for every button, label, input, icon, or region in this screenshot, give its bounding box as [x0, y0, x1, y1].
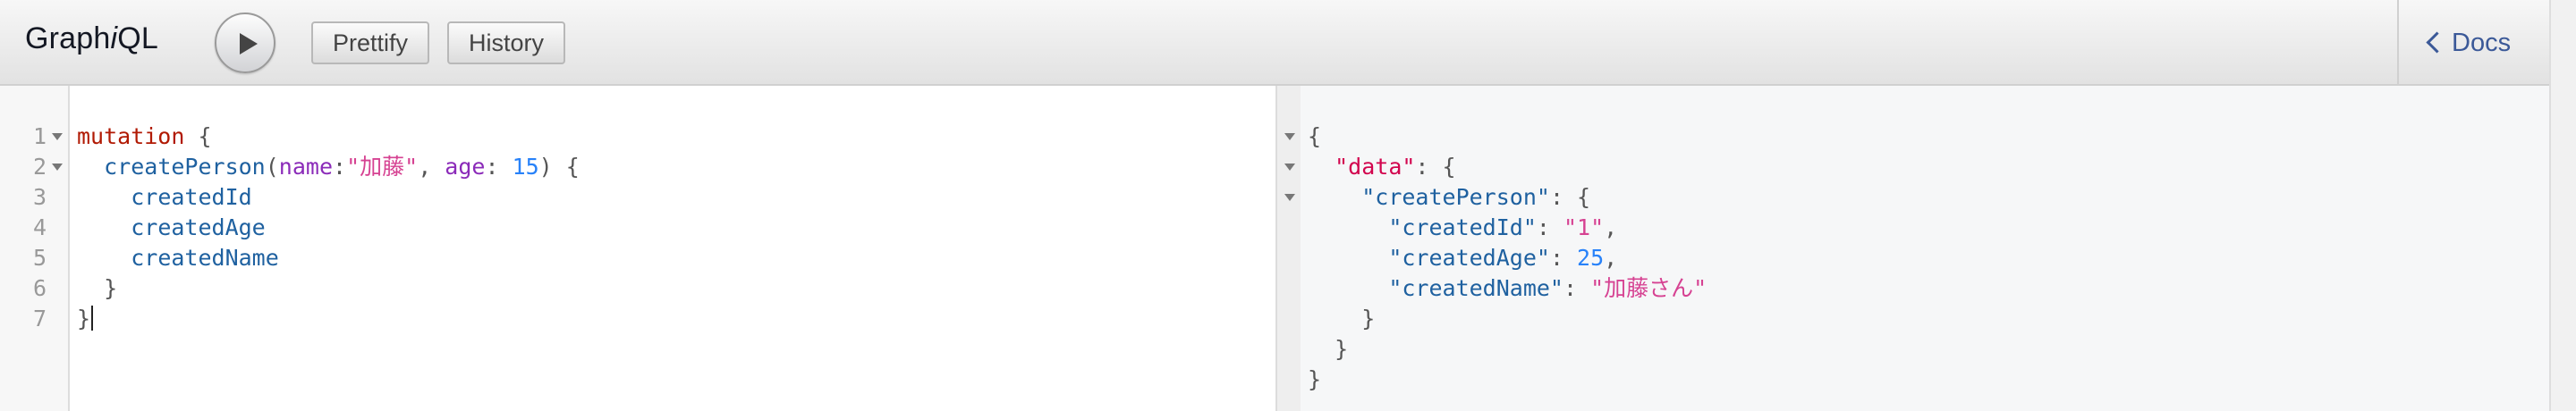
line-number: 3 — [32, 184, 47, 210]
code-line-3: createdId — [131, 184, 252, 210]
window-scrollbar[interactable] — [2549, 0, 2576, 411]
line-number: 1 — [32, 123, 47, 149]
fold-arrow-icon[interactable] — [1284, 164, 1295, 171]
result-line-4: "createdId": "1", — [1388, 214, 1618, 240]
code-line-4: createdAge — [131, 214, 266, 240]
result-line-3: "createPerson": { — [1361, 184, 1591, 210]
execute-query-button[interactable] — [215, 13, 275, 73]
app-title: GraphiQL — [25, 21, 159, 55]
line-number: 2 — [32, 154, 47, 180]
fold-arrow-icon[interactable] — [1284, 133, 1295, 140]
fold-arrow-icon[interactable] — [1284, 194, 1295, 201]
line-number: 5 — [32, 245, 47, 271]
line-number: 4 — [32, 214, 47, 240]
docs-label: Docs — [2452, 29, 2512, 57]
text-cursor — [91, 306, 94, 331]
query-editor[interactable]: 1 mutation { 2 createPerson(name:"加藤", a… — [0, 86, 1275, 411]
code-line-1: mutation { — [77, 123, 212, 149]
chevron-left-icon — [2426, 31, 2448, 54]
result-line-6: "createdName": "加藤さん" — [1388, 275, 1707, 301]
fold-arrow-icon[interactable] — [52, 133, 63, 140]
play-icon — [240, 33, 258, 55]
fold-arrow-icon[interactable] — [52, 164, 63, 171]
code-line-7: } — [77, 304, 94, 334]
result-line-5: "createdAge": 25, — [1388, 245, 1618, 271]
result-line-2: "data": { — [1335, 154, 1456, 180]
result-line-7: } — [1308, 306, 1376, 331]
line-number: 7 — [32, 306, 47, 331]
result-line-9: } — [1308, 366, 1322, 392]
code-line-2: createPerson(name:"加藤", age: 15) { — [104, 154, 580, 180]
toolbar: GraphiQL Prettify History Docs — [0, 0, 2576, 86]
docs-button[interactable]: Docs — [2397, 0, 2549, 86]
code-line-6: } — [77, 275, 118, 301]
prettify-button[interactable]: Prettify — [311, 21, 430, 64]
result-line-1: { — [1308, 123, 1322, 149]
result-line-8: } — [1308, 336, 1349, 362]
history-button[interactable]: History — [447, 21, 566, 64]
result-viewer: { "data": { "createPerson": { "createdId… — [1277, 86, 2549, 411]
code-line-5: createdName — [131, 245, 279, 271]
line-number: 6 — [32, 275, 47, 301]
